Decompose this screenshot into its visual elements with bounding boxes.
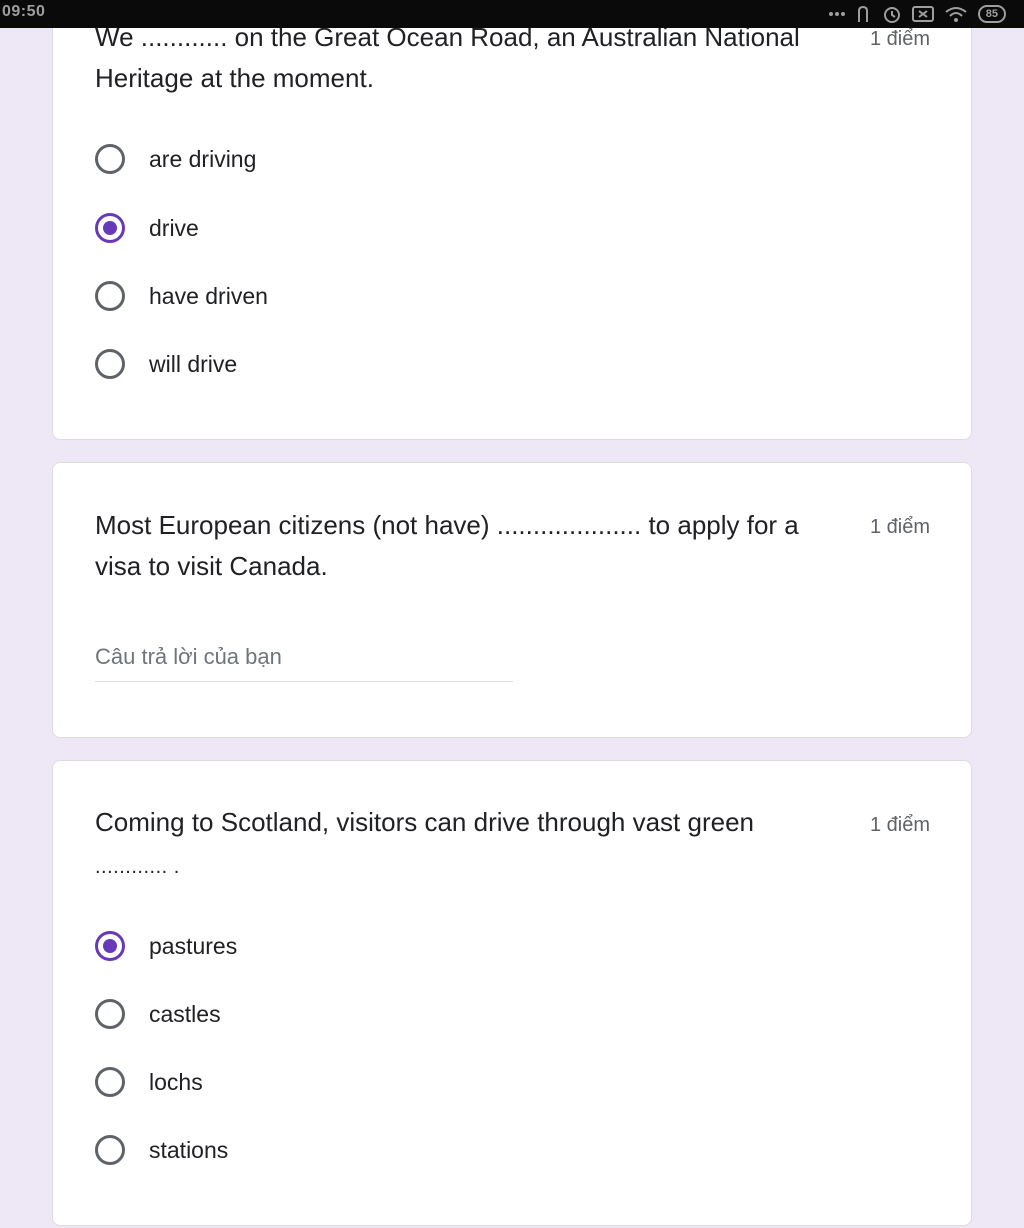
option-have-driven[interactable]: have driven [95, 276, 268, 316]
option-label: castles [149, 1000, 221, 1027]
radio-button[interactable] [95, 1135, 125, 1165]
option-label: have driven [149, 282, 268, 309]
option-label: drive [149, 214, 199, 241]
question-text: Coming to Scotland, visitors can drive t… [95, 802, 835, 888]
radio-button[interactable] [95, 349, 125, 379]
question-points: 1 điểm [869, 28, 930, 50]
question-points: 1 điểm [869, 516, 930, 538]
question-text: We ............ on the Great Ocean Road,… [95, 22, 800, 93]
signal-icon [856, 5, 872, 23]
question-points: 1 điểm [869, 814, 930, 836]
radio-button[interactable] [95, 144, 125, 174]
question-text: Most European citizens (not have) ......… [95, 510, 799, 581]
option-castles[interactable]: castles [95, 994, 221, 1034]
question-card-3: Coming to Scotland, visitors can drive t… [52, 760, 972, 1226]
radio-button-selected[interactable] [95, 931, 125, 961]
battery-indicator: 85 [977, 5, 1006, 23]
wifi-icon [944, 5, 968, 23]
radio-button[interactable] [95, 999, 125, 1029]
option-label: lochs [149, 1068, 203, 1095]
radio-dot [103, 939, 117, 953]
option-are-driving[interactable]: are driving [95, 139, 256, 179]
question-card-2: Most European citizens (not have) ......… [52, 462, 972, 738]
option-stations[interactable]: stations [95, 1130, 228, 1170]
question-text-line: Coming to Scotland, visitors can drive t… [95, 807, 755, 837]
option-label: will drive [149, 350, 238, 377]
question-card-1: We ............ on the Great Ocean Road,… [52, 0, 972, 440]
status-icons: 85 [828, 4, 1006, 24]
radio-button-selected[interactable] [95, 213, 125, 243]
option-will-drive[interactable]: will drive [95, 344, 237, 384]
answer-input[interactable] [95, 638, 513, 682]
status-time: 09:50 [2, 3, 46, 20]
option-drive[interactable]: drive [95, 208, 199, 248]
notification-icon [911, 5, 934, 23]
radio-dot [103, 221, 117, 235]
question-blank: ............ . [95, 856, 180, 878]
more-icon [828, 11, 846, 17]
status-bar: 09:50 85 [0, 0, 1024, 28]
radio-button[interactable] [95, 281, 125, 311]
alarm-icon [882, 4, 902, 24]
option-label: are driving [149, 145, 257, 172]
option-lochs[interactable]: lochs [95, 1062, 203, 1102]
option-pastures[interactable]: pastures [95, 926, 237, 966]
radio-button[interactable] [95, 1067, 125, 1097]
option-label: stations [149, 1136, 229, 1163]
option-label: pastures [149, 932, 238, 959]
